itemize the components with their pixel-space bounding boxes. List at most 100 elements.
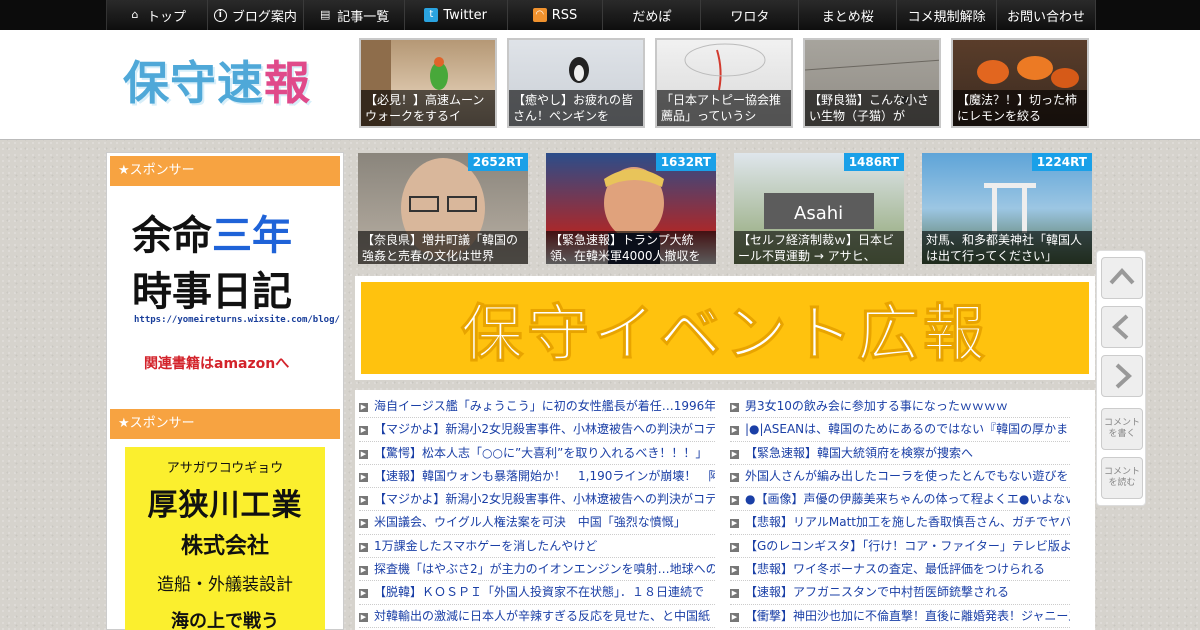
list-item[interactable]: ▶ 【驚愕】松本人志「○○に”大喜利”を取り入れるべき！！！」 xyxy=(359,442,715,465)
site-header: 保守速報 【必見！】高速ムーンウォークをするイ 【癒やし】お疲れの皆さん！ペンギ… xyxy=(0,30,1200,140)
nav-item-rss[interactable]: ◠ RSS xyxy=(508,0,604,30)
list-item[interactable]: ▶ 【悲報】リアルMatt加工を施した香取慎吾さん、ガチでヤバイ xyxy=(730,511,1070,535)
featured-thumb[interactable]: 【野良猫】こんな小さい生物（子猫）が xyxy=(803,38,941,128)
rt-item[interactable]: 1632RT 【緊急速報】トランプ大統領、在韓米軍4000人撤収を xyxy=(546,153,716,264)
ad-amazon-link[interactable]: 関連書籍はamazonへ xyxy=(144,353,289,373)
thumb-caption: 【魔法？！】切った柿にレモンを絞る xyxy=(953,90,1087,126)
arrow-right-icon: ▶ xyxy=(730,589,739,599)
article-link[interactable]: 米国議会、ウイグル人権法案を可決 中国「強烈な憤慨」 xyxy=(374,515,686,529)
chevron-right-icon xyxy=(1115,363,1132,389)
nav-item-damepo[interactable]: だめぽ xyxy=(603,0,702,30)
article-link[interactable]: 【悲報】ワイ冬ボーナスの査定、最低評価をつけられる xyxy=(745,562,1045,576)
read-comment-button[interactable]: コメントを読む xyxy=(1101,457,1143,499)
info-icon: i xyxy=(213,8,227,22)
article-link[interactable]: 1万課金したスマホゲーを消したんやけど xyxy=(374,539,597,553)
article-link[interactable]: 外国人さんが編み出したコーラを使ったとんでもない遊びをご xyxy=(745,469,1070,483)
featured-thumb[interactable]: 【癒やし】お疲れの皆さん！ペンギンを xyxy=(507,38,645,128)
banner-text: 保守イベント広報 xyxy=(460,297,989,371)
back-button[interactable] xyxy=(1101,306,1143,348)
nav-label: だめぽ xyxy=(632,9,672,25)
article-link[interactable]: 対韓輸出の激減に日本人が辛辣すぎる反応を見せた、と中国紙 xyxy=(374,609,710,623)
arrow-right-icon: ▶ xyxy=(730,496,739,506)
arrow-right-icon: ▶ xyxy=(359,542,368,552)
nav-item-article-list[interactable]: ▤ 記事一覧 xyxy=(304,0,405,30)
list-item[interactable]: ▶ 【衝撃】神田沙也加に不倫直撃！直後に離婚発表！ジャニーズ xyxy=(730,605,1070,628)
nav-label: コメ規制解除 xyxy=(907,9,986,25)
article-link[interactable]: 【悲報】リアルMatt加工を施した香取慎吾さん、ガチでヤバイ xyxy=(745,515,1070,529)
list-item[interactable]: ▶ 【脱韓】ＫＯＳＰＩ「外国人投資家不在状態」．１８日連続で xyxy=(359,581,715,605)
nav-label: Twitter xyxy=(443,7,487,23)
article-link[interactable]: 【Gのレコンギスタ】「行け！コア・ファイター」テレビ版よ xyxy=(745,539,1070,553)
nav-item-top[interactable]: ⌂ トップ xyxy=(107,0,208,30)
article-link[interactable]: 【速報】アフガニスタンで中村哲医師銃撃される xyxy=(745,585,1009,599)
arrow-right-icon: ▶ xyxy=(359,426,368,436)
scroll-top-button[interactable] xyxy=(1101,257,1143,299)
arrow-right-icon: ▶ xyxy=(359,472,368,482)
rss-icon: ◠ xyxy=(532,8,547,22)
list-item[interactable]: ▶ 【Gのレコンギスタ】「行け！コア・ファイター」テレビ版よ xyxy=(730,535,1070,559)
list-item[interactable]: ▶ ●【画像】声優の伊藤美来ちゃんの体って程よくエ●いよなｗｗ xyxy=(730,488,1070,512)
nav-label: 記事一覧 xyxy=(337,9,390,25)
arrow-right-icon: ▶ xyxy=(359,612,368,622)
article-link[interactable]: 【脱韓】ＫＯＳＰＩ「外国人投資家不在状態」．１８日連続で xyxy=(374,585,704,599)
rt-item[interactable]: Asahi 1486RT 【セルフ経済制裁ｗ】日本ビール不買運動 → アサヒ、 xyxy=(734,153,904,264)
list-item[interactable]: ▶ 米国議会、ウイグル人権法案を可決 中国「強烈な憤慨」 xyxy=(359,511,715,535)
article-link[interactable]: |●|ASEANは、韓国のためにあるのではない『韓国の厚かましさ xyxy=(745,422,1070,436)
nav-item-warota[interactable]: ワロタ xyxy=(701,0,800,30)
featured-thumb[interactable]: 【魔法？！】切った柿にレモンを絞る xyxy=(951,38,1089,128)
rt-item[interactable]: 2652RT 【奈良県】増井町議「韓国の強姦と売春の文化は世界 xyxy=(358,153,528,264)
article-link[interactable]: 海自イージス艦「みょうこう」に初の女性艦長が着任…1996年 xyxy=(374,399,715,413)
sponsor-heading: ★スポンサー xyxy=(110,156,340,186)
chevron-left-icon xyxy=(1112,314,1129,340)
list-item[interactable]: ▶ 【マジかよ】新潟小2女児殺害事件、小林遼被告への判決がコテ xyxy=(359,418,715,442)
article-link[interactable]: 男3女10の飲み会に参加する事になったｗｗｗｗ xyxy=(745,399,1008,413)
arrow-right-icon: ▶ xyxy=(730,566,739,576)
sponsor-ad-yomei[interactable]: 余命三年 時事日記 https://yomeireturns.wixsite.c… xyxy=(110,193,340,383)
list-item[interactable]: ▶ 海自イージス艦「みょうこう」に初の女性艦長が着任…1996年 xyxy=(359,395,715,419)
rt-item[interactable]: 1224RT 対馬、和多都美神社「韓国人は出て行ってください」 xyxy=(922,153,1092,264)
nav-label: お問い合わせ xyxy=(1007,9,1086,25)
thumb-caption: 「日本アトピー協会推薦品」っていうシ xyxy=(657,90,791,126)
list-item[interactable]: ▶ 【速報】アフガニスタンで中村哲医師銃撃される xyxy=(730,581,1070,605)
sponsor-ad-asagawa[interactable]: アサガワコウギョウ 厚狭川工業 株式会社 造船・外艤装設計 海の上で戦う xyxy=(125,447,325,630)
nav-item-contact[interactable]: お問い合わせ xyxy=(997,0,1097,30)
list-item[interactable]: ▶ 【速報】韓国ウォンも暴落開始か！ 1,190ラインが崩壊！ 阿 xyxy=(359,465,715,489)
list-item[interactable]: ▶ 1万課金したスマホゲーを消したんやけど xyxy=(359,535,715,559)
list-item[interactable]: ▶ 【マジかよ】新潟小2女児殺害事件、小林遼被告への判決がコテ xyxy=(359,488,715,512)
rt-count-badge: 1224RT xyxy=(1031,153,1092,171)
floating-side-buttons: コメントを書く コメントを読む xyxy=(1096,250,1146,506)
list-icon: ▤ xyxy=(320,8,331,21)
write-comment-button[interactable]: コメントを書く xyxy=(1101,408,1143,450)
list-item[interactable]: ▶ 外国人さんが編み出したコーラを使ったとんでもない遊びをご xyxy=(730,465,1070,489)
article-link[interactable]: 探査機「はやぶさ2」が主力のイオンエンジンを噴射…地球への xyxy=(374,562,715,576)
article-link[interactable]: 【マジかよ】新潟小2女児殺害事件、小林遼被告への判決がコテ xyxy=(374,492,715,506)
article-link[interactable]: ●【画像】声優の伊藤美来ちゃんの体って程よくエ●いよなｗｗ xyxy=(745,492,1070,506)
featured-thumb[interactable]: 「日本アトピー協会推薦品」っていうシ xyxy=(655,38,793,128)
list-item[interactable]: ▶ 男3女10の飲み会に参加する事になったｗｗｗｗ xyxy=(730,395,1070,419)
article-link[interactable]: 【衝撃】神田沙也加に不倫直撃！直後に離婚発表！ジャニーズ xyxy=(745,609,1070,623)
article-link[interactable]: 【驚愕】松本人志「○○に”大喜利”を取り入れるべき！！！」 xyxy=(374,446,707,460)
event-banner[interactable]: 保守イベント広報 xyxy=(355,276,1095,380)
list-item[interactable]: ▶ 探査機「はやぶさ2」が主力のイオンエンジンを噴射…地球への xyxy=(359,558,715,582)
article-link[interactable]: 【速報】韓国ウォンも暴落開始か！ 1,190ラインが崩壊！ 阿 xyxy=(374,469,715,483)
list-item[interactable]: ▶ 【緊急速報】韓国大統領府を検察が捜索へ xyxy=(730,442,1070,465)
arrow-right-icon: ▶ xyxy=(730,472,739,482)
rt-count-badge: 1486RT xyxy=(843,153,904,171)
forward-button[interactable] xyxy=(1101,355,1143,397)
arrow-right-icon: ▶ xyxy=(730,519,739,529)
nav-item-blog-guide[interactable]: i ブログ案内 xyxy=(208,0,304,30)
arrow-right-icon: ▶ xyxy=(359,519,368,529)
logo-char: 速 xyxy=(217,56,264,110)
list-item[interactable]: ▶ |●|ASEANは、韓国のためにあるのではない『韓国の厚かましさ xyxy=(730,418,1070,442)
article-link[interactable]: 【緊急速報】韓国大統領府を検察が捜索へ xyxy=(745,446,973,460)
nav-item-comment-unblock[interactable]: コメ規制解除 xyxy=(897,0,998,30)
list-item[interactable]: ▶ 【悲報】ワイ冬ボーナスの査定、最低評価をつけられる xyxy=(730,558,1070,582)
featured-thumb[interactable]: 【必見！】高速ムーンウォークをするイ xyxy=(359,38,497,128)
ad-business: 造船・外艤装設計 xyxy=(157,575,293,595)
article-link[interactable]: 【マジかよ】新潟小2女児殺害事件、小林遼被告への判決がコテ xyxy=(374,422,715,436)
site-logo[interactable]: 保守速報 xyxy=(123,54,311,112)
retweet-ranking: 2652RT 【奈良県】増井町議「韓国の強姦と売春の文化は世界 1632RT 【… xyxy=(358,153,1092,264)
nav-item-matome-sakura[interactable]: まとめ桜 xyxy=(799,0,898,30)
nav-item-twitter[interactable]: t Twitter xyxy=(405,0,508,30)
list-item[interactable]: ▶ 対韓輸出の激減に日本人が辛辣すぎる反応を見せた、と中国紙 xyxy=(359,605,715,628)
